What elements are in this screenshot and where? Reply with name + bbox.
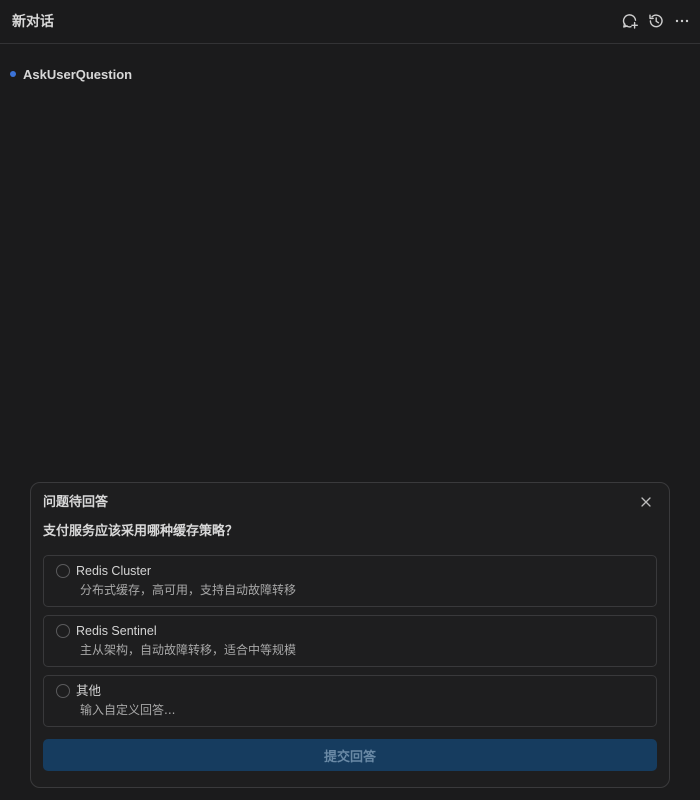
history-icon — [649, 14, 663, 28]
option-redis-sentinel[interactable]: Redis Sentinel 主从架构，自动故障转移，适合中等规模 — [43, 615, 657, 667]
new-chat-icon — [622, 14, 638, 29]
question-text: 支付服务应该采用哪种缓存策略？ — [43, 524, 239, 539]
submit-label: 提交回答 — [323, 749, 376, 765]
header-actions — [620, 11, 692, 31]
panel-title: 问题待回答 — [43, 495, 109, 510]
tool-call-item[interactable]: AskUserQuestion — [10, 64, 132, 84]
history-button[interactable] — [646, 11, 666, 31]
question-panel: 问题待回答 支付服务应该采用哪种缓存策略？ Redis Cluster 分布式缓… — [30, 482, 670, 788]
new-chat-button[interactable] — [620, 11, 640, 31]
option-label: Redis Cluster — [76, 564, 152, 578]
close-icon — [641, 497, 651, 507]
radio-button[interactable] — [56, 564, 70, 578]
option-label: 其他 — [76, 684, 102, 698]
more-icon — [675, 19, 689, 23]
option-label: Redis Sentinel — [76, 624, 157, 638]
header-bar: 新对话 — [0, 0, 700, 44]
more-button[interactable] — [672, 11, 692, 31]
option-description: 主从架构，自动故障转移，适合中等规模 — [80, 643, 297, 657]
radio-button[interactable] — [56, 684, 70, 698]
conversation-title: 新对话 — [12, 14, 54, 30]
option-custom-input-hint[interactable]: 输入自定义回答... — [80, 702, 175, 718]
tool-call-label: AskUserQuestion — [23, 66, 133, 82]
submit-answer-button[interactable]: 提交回答 — [43, 739, 657, 771]
radio-button[interactable] — [56, 624, 70, 638]
tool-status-dot — [10, 71, 16, 77]
option-other[interactable]: 其他 输入自定义回答... — [43, 675, 657, 727]
close-button[interactable] — [637, 493, 655, 511]
app-window: 新对话 AskUserQuestion 问题待回答 支付服务应该采用哪种缓存策略… — [0, 0, 700, 800]
option-redis-cluster[interactable]: Redis Cluster 分布式缓存，高可用，支持自动故障转移 — [43, 555, 657, 607]
option-description: 分布式缓存，高可用，支持自动故障转移 — [80, 583, 297, 597]
